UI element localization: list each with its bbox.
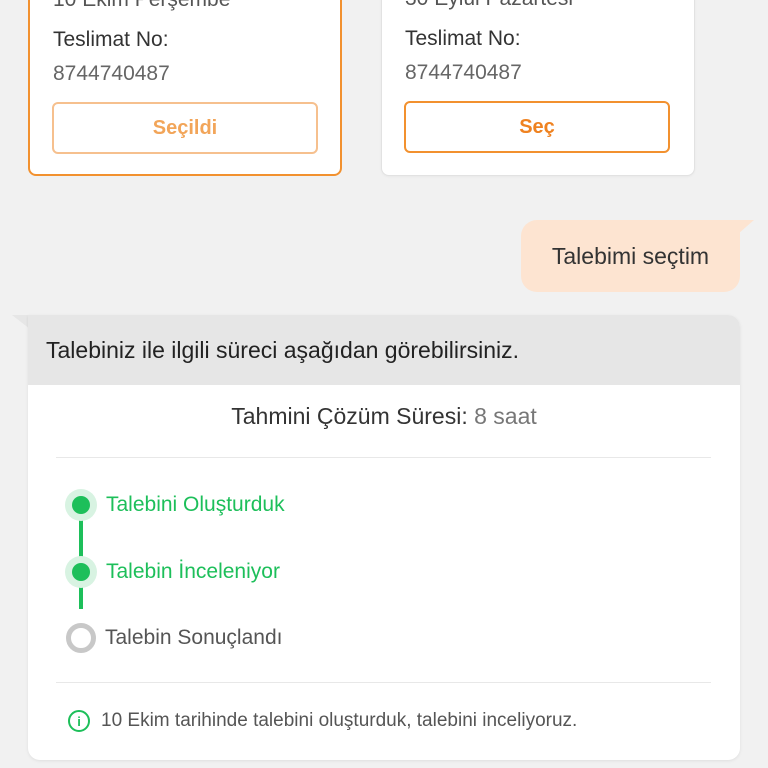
chat-screen: 10 Ekim Perşembe Teslimat No: 8744740487… (0, 0, 768, 768)
selected-button[interactable]: Seçildi (52, 102, 318, 154)
delivery-number: 8744740487 (53, 62, 170, 85)
step-pending-icon (66, 623, 96, 653)
info-text: 10 Ekim tarihinde talebini oluşturduk, t… (101, 710, 578, 731)
user-bubble-tail (738, 220, 754, 234)
timeline-step-created: Talebini Oluşturduk (65, 489, 285, 521)
estimated-resolution-time: Tahmini Çözüm Süresi: 8 saat (28, 403, 740, 430)
eta-value: 8 saat (474, 403, 537, 429)
delivery-date: 10 Ekim Perşembe (53, 0, 230, 12)
step-done-icon (65, 556, 97, 588)
eta-label: Tahmini Çözüm Süresi: (231, 403, 468, 429)
select-button[interactable]: Seç (404, 101, 670, 153)
step-label: Talebin İnceleniyor (106, 560, 280, 583)
info-note: i 10 Ekim tarihinde talebini oluşturduk,… (68, 707, 577, 735)
timeline-step-reviewing: Talebin İnceleniyor (65, 556, 280, 588)
user-message-bubble: Talebimi seçtim (521, 220, 740, 292)
delivery-number: 8744740487 (405, 61, 522, 84)
step-done-icon (65, 489, 97, 521)
delivery-card-selected[interactable]: 10 Ekim Perşembe Teslimat No: 8744740487… (28, 0, 342, 176)
divider (56, 682, 711, 683)
delivery-no-label: Teslimat No: (53, 28, 169, 51)
timeline-connector (79, 515, 83, 561)
step-label: Talebini Oluşturduk (106, 493, 285, 516)
step-label: Talebin Sonuçlandı (105, 626, 283, 649)
divider (56, 457, 711, 458)
delivery-date: 30 Eylül Pazartesi (405, 0, 573, 11)
info-icon: i (68, 710, 90, 732)
bot-message-header: Talebiniz ile ilgili süreci aşağıdan gör… (28, 315, 740, 385)
bot-message-card: Talebiniz ile ilgili süreci aşağıdan gör… (28, 315, 740, 760)
delivery-card[interactable]: 30 Eylül Pazartesi Teslimat No: 87447404… (381, 0, 695, 176)
timeline-step-resolved: Talebin Sonuçlandı (65, 622, 282, 654)
delivery-no-label: Teslimat No: (405, 27, 521, 50)
